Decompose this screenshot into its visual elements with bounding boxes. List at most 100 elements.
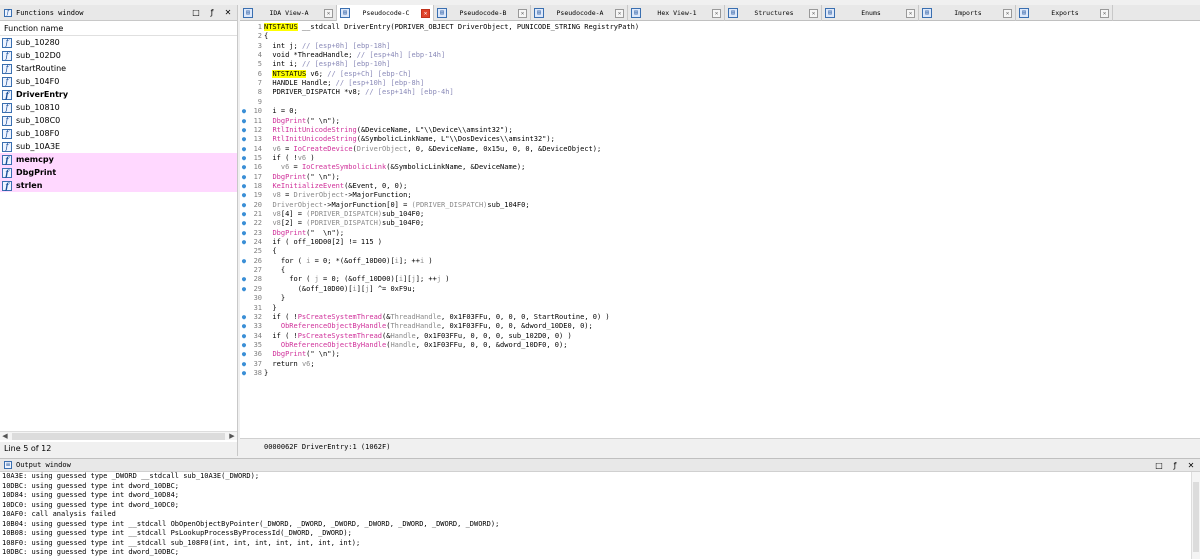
pseudocode-view[interactable]: 1 NTSTATUS __stdcall DriverEntry(PDRIVER_… — [240, 21, 1200, 438]
code-text[interactable]: if ( off_10D00[2] != 115 ) — [264, 238, 382, 247]
code-text[interactable]: ObReferenceObjectByHandle(Handle, 0x1F03… — [264, 341, 568, 350]
code-text[interactable]: v8 = DriverObject->MajorFunction; — [264, 191, 411, 200]
code-line[interactable]: ● 33 ObReferenceObjectByHandle(ThreadHand… — [240, 322, 593, 331]
code-text[interactable]: int i; // [esp+8h] [ebp-10h] — [264, 60, 390, 69]
code-text[interactable]: if ( !PsCreateSystemThread(&ThreadHandle… — [264, 313, 609, 322]
breakpoint-dot-icon[interactable]: ● — [240, 126, 248, 135]
code-text[interactable]: RtlInitUnicodeString(&DeviceName, L"\\De… — [264, 126, 512, 135]
function-name-column-header[interactable]: Function name — [0, 21, 237, 36]
code-line[interactable]: 27 { — [240, 266, 286, 275]
code-line[interactable]: ● 19 v8 = DriverObject->MajorFunction; — [240, 191, 412, 200]
code-text[interactable]: } — [264, 294, 285, 303]
code-text[interactable]: int j; // [esp+0h] [ebp-18h] — [264, 42, 390, 51]
code-text[interactable]: v6 = IoCreateDevice(DriverObject, 0, &De… — [264, 145, 601, 154]
function-list-item[interactable]: f sub_104F0 — [0, 75, 237, 88]
breakpoint-dot-icon[interactable]: ● — [240, 238, 248, 247]
code-line[interactable]: ● 13 RtlInitUnicodeString(&SymbolicLinkNa… — [240, 135, 555, 144]
breakpoint-dot-icon[interactable]: ● — [240, 135, 248, 144]
breakpoint-dot-icon[interactable] — [240, 79, 248, 88]
close-icon[interactable]: ✕ — [1186, 461, 1196, 470]
function-list-item[interactable]: f memcpy — [0, 153, 237, 166]
breakpoint-dot-icon[interactable]: ● — [240, 154, 248, 163]
code-text[interactable]: ObReferenceObjectByHandle(ThreadHandle, … — [264, 322, 593, 331]
code-text[interactable]: v8[2] = (PDRIVER_DISPATCH)sub_104F0; — [264, 219, 424, 228]
code-text[interactable]: void *ThreadHandle; // [esp+4h] [ebp-14h… — [264, 51, 445, 60]
tab-close-icon[interactable]: ✕ — [906, 8, 915, 18]
function-list-item[interactable]: f sub_10280 — [0, 36, 237, 49]
code-line[interactable]: 9 — [240, 98, 264, 107]
code-line[interactable]: ● 18 KeInitializeEvent(&Event, 0, 0); — [240, 182, 407, 191]
code-text[interactable]: return v6; — [264, 360, 314, 369]
breakpoint-dot-icon[interactable]: ● — [240, 360, 248, 369]
code-line[interactable]: 3 int j; // [esp+0h] [ebp-18h] — [240, 42, 391, 51]
breakpoint-dot-icon[interactable]: ● — [240, 257, 248, 266]
code-line[interactable]: ● 17 DbgPrint(" \n"); — [240, 173, 340, 182]
code-line[interactable]: ● 21 v8[4] = (PDRIVER_DISPATCH)sub_104F0; — [240, 210, 424, 219]
function-list-item[interactable]: f sub_102D0 — [0, 49, 237, 62]
breakpoint-dot-icon[interactable]: ● — [240, 145, 248, 154]
horizontal-scrollbar[interactable]: ◀ ▶ — [0, 431, 237, 440]
code-line[interactable]: ● 11 DbgPrint(" \n"); — [240, 117, 340, 126]
breakpoint-dot-icon[interactable]: ● — [240, 285, 248, 294]
function-list-item[interactable]: f sub_10810 — [0, 101, 237, 114]
code-text[interactable]: DbgPrint(" \n"); — [264, 117, 339, 126]
code-line[interactable]: 8 PDRIVER_DISPATCH *v8; // [esp+14h] [eb… — [240, 88, 454, 97]
breakpoint-dot-icon[interactable]: ● — [240, 107, 248, 116]
code-text[interactable]: { — [264, 247, 276, 256]
breakpoint-dot-icon[interactable]: ● — [240, 173, 248, 182]
code-line[interactable]: ● 36 DbgPrint(" \n"); — [240, 350, 340, 359]
code-line[interactable]: ● 15 if ( !v6 ) — [240, 154, 315, 163]
code-line[interactable]: ● 20 DriverObject->MajorFunction[0] = (PD… — [240, 201, 530, 210]
breakpoint-dot-icon[interactable]: ● — [240, 182, 248, 191]
scroll-right-icon[interactable]: ▶ — [227, 432, 237, 440]
code-text[interactable]: KeInitializeEvent(&Event, 0, 0); — [264, 182, 407, 191]
code-text[interactable]: (&off_10D00)[i][j] ^= 0xF9u; — [264, 285, 416, 294]
tab-imports[interactable]: ▤ Imports ✕ — [919, 5, 1016, 21]
close-icon[interactable]: ✕ — [223, 8, 233, 17]
breakpoint-dot-icon[interactable]: ● — [240, 163, 248, 172]
breakpoint-dot-icon[interactable] — [240, 304, 248, 313]
code-text[interactable]: v8[4] = (PDRIVER_DISPATCH)sub_104F0; — [264, 210, 424, 219]
breakpoint-dot-icon[interactable]: ● — [240, 117, 248, 126]
tab-ida-view-a[interactable]: ▤ IDA View-A ✕ — [240, 5, 337, 21]
breakpoint-dot-icon[interactable] — [240, 60, 248, 69]
function-list-item[interactable]: f StartRoutine — [0, 62, 237, 75]
code-text[interactable]: RtlInitUnicodeString(&SymbolicLinkName, … — [264, 135, 554, 144]
code-line[interactable]: ● 12 RtlInitUnicodeString(&DeviceName, L"… — [240, 126, 513, 135]
breakpoint-dot-icon[interactable] — [240, 23, 248, 32]
float-icon[interactable]: ƒ — [1170, 461, 1180, 470]
breakpoint-dot-icon[interactable] — [240, 98, 248, 107]
breakpoint-dot-icon[interactable] — [240, 51, 248, 60]
code-text[interactable]: } — [264, 369, 268, 378]
code-text[interactable]: DbgPrint(" \n"); — [264, 350, 339, 359]
code-text[interactable]: NTSTATUS v6; // [esp+Ch] [ebp-Ch] — [264, 69, 412, 79]
tab-close-icon[interactable]: ✕ — [324, 8, 333, 18]
breakpoint-dot-icon[interactable] — [240, 294, 248, 303]
breakpoint-dot-icon[interactable]: ● — [240, 332, 248, 341]
tab-close-icon[interactable]: ✕ — [809, 8, 818, 18]
breakpoint-dot-icon[interactable]: ● — [240, 275, 248, 284]
breakpoint-dot-icon[interactable]: ● — [240, 369, 248, 378]
code-line[interactable]: ● 34 if ( !PsCreateSystemThread(&Handle, … — [240, 332, 572, 341]
code-line[interactable]: 6 NTSTATUS v6; // [esp+Ch] [ebp-Ch] — [240, 69, 412, 79]
code-text[interactable]: { — [264, 32, 268, 41]
code-text[interactable]: for ( j = 0; (&off_10D00)[i][j]; ++j ) — [264, 275, 449, 284]
code-line[interactable]: ● 23 DbgPrint(" \n"); — [240, 229, 344, 238]
tab-pseudocode-a[interactable]: ▤ Pseudocode-A ✕ — [531, 5, 628, 21]
breakpoint-dot-icon[interactable] — [240, 42, 248, 51]
code-line[interactable]: ● 22 v8[2] = (PDRIVER_DISPATCH)sub_104F0; — [240, 219, 424, 228]
tab-close-icon[interactable]: ✕ — [518, 8, 527, 18]
function-list-item[interactable]: f sub_10A3E — [0, 140, 237, 153]
output-log[interactable]: 10A3E: using guessed type _DWORD __stdca… — [0, 472, 1200, 558]
code-line[interactable]: 31 } — [240, 304, 277, 313]
tab-pseudocode-b[interactable]: ▤ Pseudocode-B ✕ — [434, 5, 531, 21]
code-line[interactable]: ● 10 i = 0; — [240, 107, 298, 116]
tab-close-icon[interactable]: ✕ — [421, 8, 430, 18]
code-line[interactable]: ● 29 (&off_10D00)[i][j] ^= 0xF9u; — [240, 285, 416, 294]
tab-hex-view-1[interactable]: ▤ Hex View-1 ✕ — [628, 5, 725, 21]
code-text[interactable]: PDRIVER_DISPATCH *v8; // [esp+14h] [ebp-… — [264, 88, 453, 97]
code-text[interactable]: if ( !v6 ) — [264, 154, 314, 163]
code-text[interactable]: DriverObject->MajorFunction[0] = (PDRIVE… — [264, 201, 529, 210]
tab-structures[interactable]: ▤ Structures ✕ — [725, 5, 822, 21]
breakpoint-dot-icon[interactable] — [240, 266, 248, 275]
